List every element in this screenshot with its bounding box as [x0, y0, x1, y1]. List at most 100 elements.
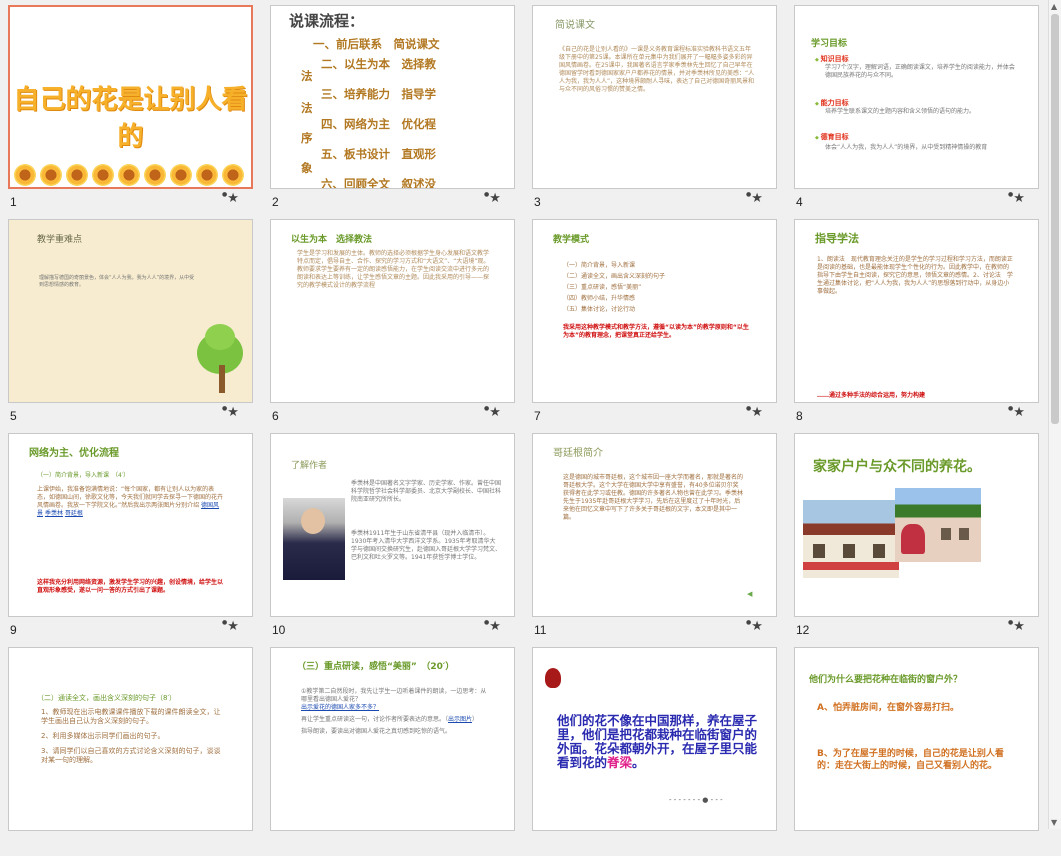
tree-trunk	[219, 365, 225, 393]
slide-title: 说课流程：	[289, 12, 365, 30]
sunflower-icon	[92, 164, 114, 186]
outline-side-char: 序	[301, 131, 313, 145]
slide-transition-star-icon[interactable]: ●★	[746, 619, 763, 634]
slide-subtitle: （一）简介背景，导入新课 （4′）	[37, 472, 130, 479]
slide-thumbnail[interactable]: 他们的花不像在中国那样，养在屋子里，他们是把花都栽种在临街窗户的外面。花朵都朝外…	[532, 647, 777, 831]
body-paragraph: ①教学第二自然段时，我先让学生一边听着课件的朗读，一边思考：从哪里看出德国人爱花…	[301, 688, 487, 703]
slide-background	[9, 220, 252, 402]
outline-side-char: 法	[301, 101, 313, 115]
sunflower-icon	[66, 164, 88, 186]
slide-cell-12[interactable]: 家家户户与众不同的养花。 12 ●★	[786, 428, 1048, 642]
body-text: 上课伊始，我准备饱满情地说：“每个国家，都有让别人以为家的表态，如德国山间，徐歌…	[37, 486, 224, 509]
slide-number: 6	[272, 409, 279, 423]
slide-transition-star-icon[interactable]: ●★	[222, 191, 239, 206]
nav-arrow-icon[interactable]: ◀	[747, 590, 752, 598]
slide-thumbnail[interactable]: 说课流程： 一、前后联系 简说课文 二、以生为本 选择教 法 三、培养能力 指导…	[270, 5, 515, 189]
slide-thumbnail[interactable]: 了解作者 季羡林是中国著名文字学家、历史学家、作家。曾任中国科学院哲学社会科学部…	[270, 433, 515, 617]
sunflower-icon	[40, 164, 62, 186]
slide-thumbnail[interactable]: （三）重点研读，感悟“美丽” （20′） ①教学第二自然段时，我先让学生一边听着…	[270, 647, 515, 831]
slide-thumbnail[interactable]: 他们为什么要把花种在临街的窗户外？ A、怕弄脏房间，在窗外容易打扫。 B、为了在…	[794, 647, 1039, 831]
slide-transition-star-icon[interactable]: ●★	[1008, 191, 1025, 206]
slide-thumbnail[interactable]: 自己的花是让别人看的	[8, 5, 253, 189]
slide-cell-4[interactable]: 学习目标 知识目标 学习7个汉字，理解词语，正确朗读课文，培养学生的阅读能力，并…	[786, 0, 1048, 214]
slide-thumbnail[interactable]: 简说课文 《自己的花是让别人看的》一课是义务教育课程标准实验教科书语文五年级下册…	[532, 5, 777, 189]
slide-thumbnail[interactable]: 家家户户与众不同的养花。	[794, 433, 1039, 617]
slide-cell-14[interactable]: （三）重点研读，感悟“美丽” （20′） ①教学第二自然段时，我先让学生一边听着…	[262, 642, 524, 856]
slide-footer: - - - - - - - ● - - -	[669, 796, 723, 804]
slide-transition-star-icon[interactable]: ●★	[484, 619, 501, 634]
scroll-down-icon[interactable]: ▼	[1051, 818, 1057, 827]
window	[941, 528, 951, 540]
slide-thumbnail[interactable]: 学习目标 知识目标 学习7个汉字，理解词语，正确朗读课文，培养学生的阅读能力，并…	[794, 5, 1039, 189]
house-photo-right	[895, 488, 981, 562]
slide-cell-1[interactable]: 自己的花是让别人看的 1 ●★	[0, 0, 262, 214]
slide-number: 8	[796, 409, 803, 423]
slide-cell-3[interactable]: 简说课文 《自己的花是让别人看的》一课是义务教育课程标准实验教科书语文五年级下册…	[524, 0, 786, 214]
slide-thumbnail[interactable]: 教学模式 （一）简介背景，导入新课 （二）通读全文，画出含义深刻的句子 （三）重…	[532, 219, 777, 403]
slide-note: ……通过多种手法的综合运用，努力构建	[817, 392, 926, 399]
slide-number: 5	[10, 409, 17, 423]
slide-title: 教学重难点	[37, 235, 83, 245]
house-photo-left	[803, 500, 899, 578]
slide-title: 简说课文	[555, 20, 595, 31]
slide-cell-16[interactable]: 他们为什么要把花种在临街的窗户外？ A、怕弄脏房间，在窗外容易打扫。 B、为了在…	[786, 642, 1048, 856]
slide-transition-star-icon[interactable]: ●★	[222, 619, 239, 634]
slide-body: 学生是学习和发展的主体。教师的选择必须根据学生身心发展和语文教学特点而定，倡导自…	[297, 250, 490, 289]
highlight-word: 脊梁	[607, 755, 633, 770]
slide-cell-6[interactable]: 以生为本 选择教法 学生是学习和发展的主体。教师的选择必须根据学生身心发展和语文…	[262, 214, 524, 428]
slide-thumbnail[interactable]: 教学重难点 理解描写德国的奇丽景色，体会“人人为我，我为人人”的境界，从中受到思…	[8, 219, 253, 403]
link-gottingen[interactable]: 哥廷根	[65, 510, 83, 517]
slide-number: 2	[272, 195, 279, 209]
slide-transition-star-icon[interactable]: ●★	[1008, 619, 1025, 634]
slide-thumbnail[interactable]: 以生为本 选择教法 学生是学习和发展的主体。教师的选择必须根据学生身心发展和语文…	[270, 219, 515, 403]
slide-cell-15[interactable]: 他们的花不像在中国那样，养在屋子里，他们是把花都栽种在临街窗户的外面。花朵都朝外…	[524, 642, 786, 856]
sunflower-icon	[170, 164, 192, 186]
scroll-up-icon[interactable]: ▲	[1051, 2, 1057, 11]
slide-transition-star-icon[interactable]: ●★	[746, 405, 763, 420]
window	[843, 544, 855, 558]
outline-item: 一、前后联系 简说课文	[313, 37, 440, 51]
slide-cell-8[interactable]: 指导学法 1、朗读法 现代教育理念关注的是学生的学习过程和学习方法，而朗读正是阅…	[786, 214, 1048, 428]
slide-body: 他们的花不像在中国那样，养在屋子里，他们是把花都栽种在临街窗户的外面。花朵都朝外…	[557, 714, 767, 770]
slide-transition-star-icon[interactable]: ●★	[1008, 405, 1025, 420]
slide-cell-7[interactable]: 教学模式 （一）简介背景，导入新课 （二）通读全文，画出含义深刻的句子 （三）重…	[524, 214, 786, 428]
section-label: 知识目标	[815, 54, 849, 64]
slide-transition-star-icon[interactable]: ●★	[484, 405, 501, 420]
scrollbar-thumb[interactable]	[1051, 14, 1059, 424]
vertical-scrollbar[interactable]: ▲ ▼	[1048, 0, 1061, 829]
link-show-flowers[interactable]: 出示爱花的德国人家多不多？	[301, 704, 491, 712]
author-photo	[283, 498, 345, 580]
link-show-pictures[interactable]: 出示图片	[448, 716, 472, 723]
step-item: （五）集体讨论，讨论行动	[563, 306, 636, 313]
slide-title: 教学模式	[553, 235, 590, 245]
slide-transition-star-icon[interactable]: ●★	[746, 191, 763, 206]
flower-box	[803, 562, 899, 570]
slide-transition-star-icon[interactable]: ●★	[484, 191, 501, 206]
slide-body: 《自己的花是让别人看的》一课是义务教育课程标准实验教科书语文五年级下册中的第25…	[559, 46, 755, 93]
slide-title: （三）重点研读，感悟“美丽” （20′）	[297, 662, 455, 672]
slide-thumbnail[interactable]: 网络为主、优化流程 （一）简介背景，导入新课 （4′） 上课伊始，我准备饱满情地…	[8, 433, 253, 617]
step-item: （一）简介背景，导入新课	[563, 262, 636, 269]
sunflower-icon	[144, 164, 166, 186]
slide-cell-11[interactable]: 哥廷根简介 这是德国的城市哥廷根，这个城市因一座大学而著名，那就是著名的哥廷根大…	[524, 428, 786, 642]
slide-thumbnail[interactable]: 哥廷根简介 这是德国的城市哥廷根，这个城市因一座大学而著名，那就是著名的哥廷根大…	[532, 433, 777, 617]
outline-side-char: 象	[301, 161, 313, 175]
link-ji-xianlin[interactable]: 季羡林	[45, 510, 63, 517]
slide-sorter-grid: 自己的花是让别人看的 1 ●★ 说课流程： 一、前后联系 简说课文 二、以生为本…	[0, 0, 1048, 831]
slide-cell-5[interactable]: 教学重难点 理解描写德国的奇丽景色，体会“人人为我，我为人人”的境界，从中受到思…	[0, 214, 262, 428]
slide-cell-13[interactable]: （二）通读全文，画出含义深刻的句子（8′） 1、教师现在出示电教课课件播放下载的…	[0, 642, 262, 856]
slide-thumbnail[interactable]: （二）通读全文，画出含义深刻的句子（8′） 1、教师现在出示电教课课件播放下载的…	[8, 647, 253, 831]
slide-number: 12	[796, 623, 810, 637]
slide-cell-9[interactable]: 网络为主、优化流程 （一）简介背景，导入新课 （4′） 上课伊始，我准备饱满情地…	[0, 428, 262, 642]
slide-body: 1、朗读法 现代教育理念关注的是学生的学习过程和学习方法，而朗读正是阅读的基础，…	[817, 256, 1013, 295]
slide-cell-2[interactable]: 说课流程： 一、前后联系 简说课文 二、以生为本 选择教 法 三、培养能力 指导…	[262, 0, 524, 214]
slide-thumbnail[interactable]: 指导学法 1、朗读法 现代教育理念关注的是学生的学习过程和学习方法，而朗读正是阅…	[794, 219, 1039, 403]
step-item: （二）通读全文，画出含义深刻的句子	[563, 273, 666, 280]
slide-list: 1、教师现在出示电教课课件播放下载的课件朗读全文，让学生画出自己认为含义深刻的句…	[41, 708, 221, 765]
slide-cell-10[interactable]: 了解作者 季羡林是中国著名文字学家、历史学家、作家。曾任中国科学院哲学社会科学部…	[262, 428, 524, 642]
red-flower-icon	[545, 668, 561, 688]
outline-item: 三、培养能力 指导学	[321, 87, 436, 101]
slide-transition-star-icon[interactable]: ●★	[222, 405, 239, 420]
section-text: 学习7个汉字，理解词语，正确朗读课文，培养学生的阅读能力，并体会德国民族养花的与…	[825, 64, 1015, 79]
slide-number: 1	[10, 195, 17, 209]
